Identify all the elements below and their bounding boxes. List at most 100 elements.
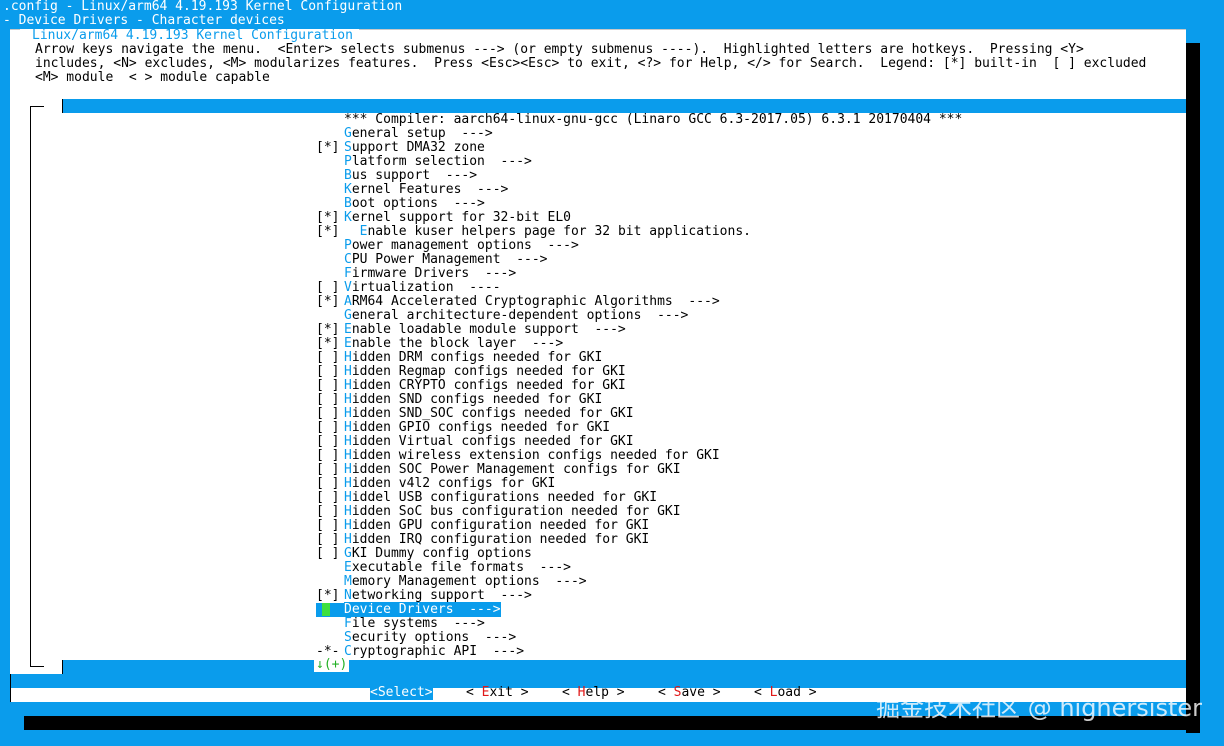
menu-item-text: emory Management options --->: [351, 574, 587, 589]
dialog-left-edge: [10, 674, 11, 702]
menu-item[interactable]: Executable file formats --->: [316, 561, 962, 575]
menu-item-text: us support --->: [351, 168, 478, 183]
menu-item[interactable]: General architecture-dependent options -…: [316, 309, 962, 323]
menu-item[interactable]: [ ] Hidden CRYPTO configs needed for GKI: [316, 379, 962, 393]
menu-item-label: Hidden GPIO configs needed for GKI: [344, 420, 610, 435]
menu-item-text: idden IRQ configuration needed for GKI: [351, 532, 650, 547]
menu-item[interactable]: [*] Enable kuser helpers page for 32 bit…: [316, 225, 962, 239]
menu-item-label: Firmware Drivers --->: [344, 266, 516, 281]
menu-item[interactable]: [ ] Hidden GPIO configs needed for GKI: [316, 421, 962, 435]
menu-item[interactable]: [ ] Hidden GPU configuration needed for G…: [316, 519, 962, 533]
menu-item[interactable]: [*] Enable loadable module support --->: [316, 323, 962, 337]
menu-item-label: *** Compiler: aarch64-linux-gnu-gcc (Lin…: [344, 112, 962, 127]
menu-item[interactable]: [ ] Hidden SoC bus configuration needed f…: [316, 505, 962, 519]
menu-item[interactable]: Platform selection --->: [316, 155, 962, 169]
menu-item[interactable]: [*] Enable the block layer --->: [316, 337, 962, 351]
menu-item-hotkey: H: [344, 448, 352, 463]
menu-item[interactable]: -*- Cryptographic API --->: [316, 645, 962, 659]
menu-item-state: [316, 603, 344, 617]
menu-item-hotkey: F: [344, 616, 352, 631]
menu-item-state: [*]: [316, 336, 340, 351]
menu-item-label: Security options --->: [344, 630, 516, 645]
menu-item[interactable]: [ ] Hidden SND configs needed for GKI: [316, 393, 962, 407]
menu-item-label: Enable loadable module support --->: [344, 322, 626, 337]
menu-item-label: Hidden IRQ configuration needed for GKI: [344, 532, 649, 547]
menu-item[interactable]: [*] ARM64 Accelerated Cryptographic Algor…: [316, 295, 962, 309]
menu-item[interactable]: Boot options --->: [316, 197, 962, 211]
menu-item-hotkey: K: [344, 210, 352, 225]
menu-item[interactable]: Memory Management options --->: [316, 575, 962, 589]
menu-item[interactable]: [ ] Hidden SND_SOC configs needed for GKI: [316, 407, 962, 421]
menu-item-hotkey: E: [344, 224, 368, 239]
menu-item-hotkey: P: [344, 238, 352, 253]
select-button[interactable]: <Select>: [370, 686, 433, 700]
menu-item-label: Hidden Virtual configs needed for GKI: [344, 434, 634, 449]
more-items-indicator: ↓(+): [314, 657, 350, 672]
menu-item-label: General architecture-dependent options -…: [344, 308, 688, 323]
menu-item[interactable]: [ ] Hidden Virtual configs needed for GKI: [316, 435, 962, 449]
menu-item-hotkey: G: [344, 308, 352, 323]
menu-item-hotkey: H: [344, 490, 352, 505]
menu-item[interactable]: [ ] Hidden DRM configs needed for GKI: [316, 351, 962, 365]
menu-item[interactable]: [ ] Virtualization ----: [316, 281, 962, 295]
menu-item[interactable]: CPU Power Management --->: [316, 253, 962, 267]
menu-item-label: Device Drivers --->: [344, 602, 501, 617]
menu-item[interactable]: Kernel Features --->: [316, 183, 962, 197]
menu-item-text: idden Virtual configs needed for GKI: [351, 434, 634, 449]
menu-item-text: RM64 Accelerated Cryptographic Algorithm…: [351, 294, 720, 309]
menu-item-label: Hidden SND configs needed for GKI: [344, 392, 602, 407]
menu-item-label: Virtualization ----: [344, 280, 501, 295]
menu-box-top-left-corner: [30, 106, 44, 107]
menu-item-text: *** Compiler: aarch64-linux-gnu-gcc (Lin…: [344, 112, 963, 127]
menu-item[interactable]: [ ] Hidden v4l2 configs for GKI: [316, 477, 962, 491]
menu-item-label: Hidden SND_SOC configs needed for GKI: [344, 406, 634, 421]
menu-item-label: Kernel support for 32-bit EL0: [344, 210, 571, 225]
menu-item-state: [ ]: [316, 350, 340, 365]
menu-item[interactable]: Bus support --->: [316, 169, 962, 183]
menu-item[interactable]: General setup --->: [316, 127, 962, 141]
menu-item[interactable]: [ ] Hidden wireless extension configs nee…: [316, 449, 962, 463]
menu-item[interactable]: Firmware Drivers --->: [316, 267, 962, 281]
exit-button[interactable]: < Exit >: [466, 686, 529, 700]
menu-item[interactable]: [ ] Hidden SOC Power Management configs f…: [316, 463, 962, 477]
menu-item-state: [ ]: [316, 406, 340, 421]
menu-item-text: ernel support for 32-bit EL0: [351, 210, 571, 225]
menu-item-hotkey: H: [344, 406, 352, 421]
menu-item[interactable]: *** Compiler: aarch64-linux-gnu-gcc (Lin…: [316, 113, 962, 127]
menu-item[interactable]: [ ] Hidden Regmap configs needed for GKI: [316, 365, 962, 379]
save-button-pre: <: [658, 685, 674, 700]
menu-item-hotkey: E: [344, 560, 352, 575]
menu-item-text: idden SOC Power Management configs for G…: [351, 462, 681, 477]
menu-item-text: idden CRYPTO configs needed for GKI: [351, 378, 626, 393]
menu-item-text: nable the block layer --->: [351, 336, 564, 351]
menu-item-label: Hidden SoC bus configuration needed for …: [344, 504, 681, 519]
menu-item-label: Memory Management options --->: [344, 574, 587, 589]
menu-item[interactable]: Device Drivers --->: [316, 602, 962, 617]
dialog-shadow-right: [1186, 43, 1200, 733]
menu-item-state: [ ]: [316, 420, 340, 435]
select-button-hotkey: S: [377, 685, 386, 700]
help-button[interactable]: < Help >: [562, 686, 625, 700]
save-button[interactable]: < Save >: [658, 686, 721, 700]
menu-item-label: Hidden GPU configuration needed for GKI: [344, 518, 649, 533]
menu-item[interactable]: [*] Kernel support for 32-bit EL0: [316, 211, 962, 225]
menu-item[interactable]: [*] Support DMA32 zone: [316, 141, 962, 155]
menu-item-text: xecutable file formats --->: [351, 560, 571, 575]
menu-item-label: CPU Power Management --->: [344, 252, 548, 267]
menu-item-hotkey: H: [344, 392, 352, 407]
menu-item[interactable]: Security options --->: [316, 631, 962, 645]
menu-item[interactable]: [ ] Hiddel USB configurations needed for …: [316, 491, 962, 505]
menu-item-text: idden SoC bus configuration needed for G…: [351, 504, 681, 519]
menu-item-text: irtualization ----: [351, 280, 501, 295]
menu-item-label: Hidden wireless extension configs needed…: [344, 448, 720, 463]
save-button-post: ave >: [681, 685, 721, 700]
menu-item-label: Platform selection --->: [344, 154, 532, 169]
menu-item[interactable]: File systems --->: [316, 617, 962, 631]
menu-item[interactable]: [*] Networking support --->: [316, 589, 962, 603]
menu-item[interactable]: [ ] GKI Dummy config options: [316, 547, 962, 561]
cursor-icon: [322, 603, 330, 616]
load-button[interactable]: < Load >: [754, 686, 817, 700]
menu-item[interactable]: Power management options --->: [316, 239, 962, 253]
menu-item[interactable]: [ ] Hidden IRQ configuration needed for G…: [316, 533, 962, 547]
menu-item-label: Cryptographic API --->: [344, 644, 524, 659]
